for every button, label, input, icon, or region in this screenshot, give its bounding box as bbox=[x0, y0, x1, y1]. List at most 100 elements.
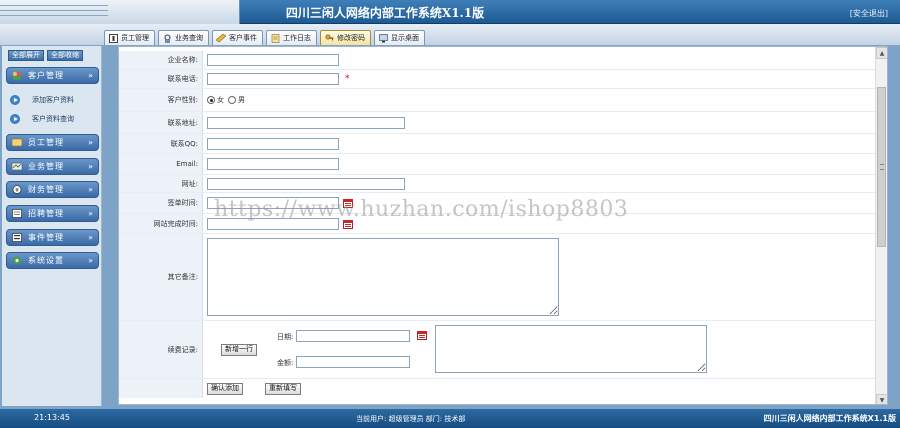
sign-date-input[interactable] bbox=[207, 197, 339, 209]
radio-label: 男 bbox=[238, 96, 245, 104]
form-row-phone: 联系电话: * bbox=[119, 70, 887, 89]
logout-link[interactable]: [安全退出] bbox=[850, 8, 888, 19]
tab-bar: 员工管理 业务查询 客户事件 工作日志 修改密码 显示桌面 bbox=[0, 24, 900, 46]
chevron-icon: » bbox=[88, 209, 93, 218]
menu-label: 财务管理 bbox=[28, 185, 64, 194]
renewal-date-label: 日期: bbox=[277, 333, 294, 341]
sidebar: 全部展开 全部收缩 客户管理 » 添加客户资料 客户资料查询 员工管理 » 业务… bbox=[2, 46, 102, 406]
menu-business-management[interactable]: 业务管理 » bbox=[6, 158, 99, 175]
tab-customer-events[interactable]: 客户事件 bbox=[212, 30, 263, 45]
form-row-qq: 联系QQ: bbox=[119, 134, 887, 154]
form-row-address: 联系地址: bbox=[119, 112, 887, 134]
sign-date-label: 签单时间: bbox=[119, 193, 203, 213]
tab-change-password[interactable]: 修改密码 bbox=[320, 30, 371, 45]
chevron-icon: » bbox=[88, 185, 93, 194]
menu-label: 招聘管理 bbox=[28, 209, 64, 218]
tab-label: 客户事件 bbox=[229, 34, 257, 42]
employee-icon bbox=[108, 33, 118, 43]
chevron-icon: » bbox=[88, 138, 93, 147]
form-row-website: 网址: bbox=[119, 175, 887, 193]
scroll-up-icon[interactable]: ▲ bbox=[876, 47, 887, 59]
system-title: 四川三闲人网络内部工作系统X1.1版 bbox=[285, 6, 485, 20]
submit-button[interactable]: 确认添加 bbox=[207, 382, 243, 395]
tab-label: 显示桌面 bbox=[391, 34, 419, 42]
chevron-icon: » bbox=[88, 71, 93, 80]
sidebar-item-customer-query[interactable]: 客户资料查询 bbox=[10, 112, 98, 126]
sidebar-item-label: 添加客户资料 bbox=[32, 96, 74, 104]
qq-input[interactable] bbox=[207, 137, 339, 150]
recruit-icon bbox=[10, 208, 24, 220]
gender-male-radio[interactable]: 男 bbox=[228, 95, 245, 105]
tab-label: 工作日志 bbox=[283, 34, 311, 42]
status-bar: 21:13:45 当前用户: 超级管理员 部门: 技术部 四川三闲人网络内部工作… bbox=[0, 409, 900, 428]
add-row-button[interactable]: 新增一行 bbox=[221, 344, 257, 356]
svg-text:¥: ¥ bbox=[15, 187, 19, 194]
finance-icon: ¥ bbox=[10, 184, 24, 196]
collapse-all-button[interactable]: 全部收缩 bbox=[47, 50, 83, 61]
finish-date-input[interactable] bbox=[207, 217, 339, 230]
sidebar-item-add-customer[interactable]: 添加客户资料 bbox=[10, 93, 98, 107]
play-icon bbox=[10, 114, 20, 124]
address-input[interactable] bbox=[207, 116, 405, 129]
chevron-icon: » bbox=[88, 233, 93, 242]
customer-icon bbox=[10, 70, 24, 82]
company-name-label: 企业名称: bbox=[119, 51, 203, 69]
remarks-textarea[interactable] bbox=[207, 238, 559, 316]
website-input[interactable] bbox=[207, 177, 405, 190]
phone-input[interactable] bbox=[207, 73, 339, 85]
required-mark: * bbox=[345, 74, 350, 84]
search-icon bbox=[162, 34, 172, 43]
renewal-amount-input[interactable] bbox=[296, 356, 410, 368]
scroll-down-icon[interactable]: ▼ bbox=[876, 394, 887, 404]
gender-female-radio[interactable]: 女 bbox=[207, 95, 224, 105]
reset-button[interactable]: 重新填写 bbox=[265, 382, 301, 395]
menu-system-settings[interactable]: 系统设置 » bbox=[6, 252, 99, 269]
menu-finance-management[interactable]: ¥ 财务管理 » bbox=[6, 181, 99, 198]
menu-event-management[interactable]: 事件管理 » bbox=[6, 229, 99, 246]
top-header: 四川三闲人网络内部工作系统X1.1版 [安全退出] bbox=[0, 0, 900, 24]
tab-employee-management[interactable]: 员工管理 bbox=[104, 30, 155, 45]
scroll-thumb[interactable] bbox=[877, 87, 886, 247]
menu-staff-management[interactable]: 员工管理 » bbox=[6, 134, 99, 151]
form-row-finish-date: 网站完成时间: bbox=[119, 214, 887, 234]
expand-all-button[interactable]: 全部展开 bbox=[8, 50, 44, 61]
calendar-icon[interactable] bbox=[417, 330, 427, 340]
tab-label: 修改密码 bbox=[337, 34, 365, 42]
log-icon bbox=[270, 33, 280, 43]
tab-work-log[interactable]: 工作日志 bbox=[266, 30, 317, 45]
gender-label: 客户性别: bbox=[119, 89, 203, 111]
website-label: 网址: bbox=[119, 175, 203, 192]
vertical-scrollbar[interactable]: ▲ ▼ bbox=[875, 47, 887, 404]
phone-label: 联系电话: bbox=[119, 70, 203, 88]
calendar-icon[interactable] bbox=[343, 198, 353, 208]
form-row-actions: 确认添加 重新填写 bbox=[119, 379, 887, 398]
remarks-label: 其它备注: bbox=[119, 234, 203, 320]
event-icon bbox=[10, 232, 24, 244]
header-decoration bbox=[0, 0, 240, 24]
renewal-amount-label: 金额: bbox=[277, 359, 294, 367]
finish-date-label: 网站完成时间: bbox=[119, 214, 203, 233]
desktop-icon bbox=[378, 33, 388, 43]
renewal-note-textarea[interactable] bbox=[435, 325, 707, 373]
play-icon bbox=[10, 95, 20, 105]
menu-recruit-management[interactable]: 招聘管理 » bbox=[6, 205, 99, 222]
chevron-icon: » bbox=[88, 256, 93, 265]
email-input[interactable] bbox=[207, 158, 339, 170]
form-row-renewal: 续费记录: 新增一行 日期: 金额: bbox=[119, 321, 887, 379]
menu-label: 业务管理 bbox=[28, 162, 64, 171]
renewal-date-input[interactable] bbox=[296, 330, 410, 342]
radio-dot bbox=[228, 96, 236, 104]
company-name-input[interactable] bbox=[207, 54, 339, 66]
qq-label: 联系QQ: bbox=[119, 134, 203, 153]
form-row-email: Email: bbox=[119, 154, 887, 175]
tab-show-desktop[interactable]: 显示桌面 bbox=[374, 30, 425, 45]
business-icon bbox=[10, 161, 24, 173]
tab-label: 员工管理 bbox=[121, 34, 149, 42]
tab-business-query[interactable]: 业务查询 bbox=[158, 30, 209, 45]
form-row-sign-date: 签单时间: bbox=[119, 193, 887, 214]
customer-form: 企业名称: 联系电话: * 客户性别: 女 男 联系地址: 联系QQ: Emai… bbox=[118, 46, 888, 405]
calendar-icon[interactable] bbox=[343, 219, 353, 229]
footer-system-name: 四川三闲人网络内部工作系统X1.1版 bbox=[763, 414, 896, 423]
menu-customer-management[interactable]: 客户管理 » bbox=[6, 67, 99, 84]
sidebar-item-label: 客户资料查询 bbox=[32, 115, 74, 123]
